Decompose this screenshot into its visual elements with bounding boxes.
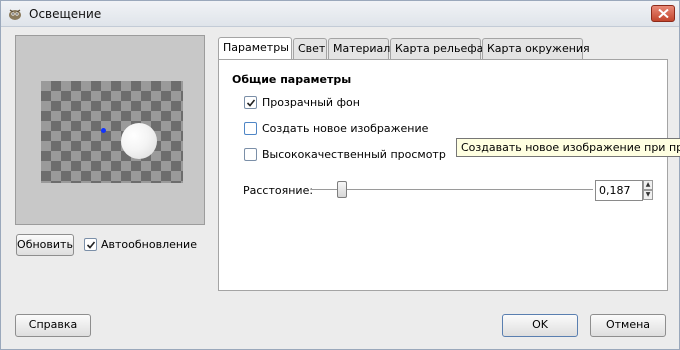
- distance-label: Расстояние:: [243, 184, 314, 197]
- preview-sphere: [121, 123, 157, 159]
- checkmark-icon: [246, 99, 256, 107]
- hq-preview-checkbox[interactable]: [244, 148, 257, 161]
- preview-canvas: [41, 81, 183, 183]
- parameters-panel: Общие параметры Прозрачный фон Создать н…: [218, 59, 668, 291]
- transparent-background-label: Прозрачный фон: [262, 96, 360, 109]
- new-image-checkbox[interactable]: [244, 122, 257, 135]
- lighting-dialog: Освещение Обновить Автообновление Параме…: [0, 0, 680, 350]
- distance-slider-track[interactable]: [311, 189, 593, 191]
- help-button[interactable]: Справка: [15, 314, 91, 337]
- ok-button[interactable]: OK: [502, 314, 578, 337]
- transparent-background-checkbox[interactable]: [244, 96, 257, 109]
- distance-input[interactable]: 0,187: [595, 180, 643, 201]
- new-image-label: Создать новое изображение: [262, 122, 429, 135]
- spin-up-icon[interactable]: ▲: [643, 180, 653, 190]
- tab-environment-map[interactable]: Карта окружения: [482, 38, 590, 59]
- cancel-button[interactable]: Отмена: [590, 314, 666, 337]
- spin-down-icon[interactable]: ▼: [643, 190, 653, 200]
- update-preview-button[interactable]: Обновить: [16, 234, 74, 256]
- window-title: Освещение: [29, 7, 102, 21]
- checkmark-icon: [86, 241, 96, 249]
- tooltip: Создавать новое изображение при прим: [456, 138, 680, 157]
- auto-update-label: Автообновление: [101, 238, 197, 251]
- tab-material[interactable]: Материал: [328, 38, 390, 59]
- close-button[interactable]: [651, 5, 675, 22]
- title-bar: Освещение: [1, 1, 679, 27]
- hq-preview-label: Высококачественный просмотр: [262, 148, 446, 161]
- auto-update-checkbox[interactable]: [84, 238, 97, 251]
- gimp-app-icon: [9, 9, 21, 20]
- tab-light[interactable]: Свет: [293, 38, 327, 59]
- distance-spinner[interactable]: ▲ ▼: [643, 180, 653, 201]
- tab-bump-map[interactable]: Карта рельефа: [390, 38, 483, 59]
- preview-area[interactable]: [15, 35, 205, 225]
- distance-slider-handle[interactable]: [337, 181, 347, 198]
- close-icon: [658, 9, 669, 18]
- tab-parameters[interactable]: Параметры: [218, 37, 292, 59]
- section-title: Общие параметры: [232, 73, 352, 86]
- light-position-marker[interactable]: [101, 128, 106, 133]
